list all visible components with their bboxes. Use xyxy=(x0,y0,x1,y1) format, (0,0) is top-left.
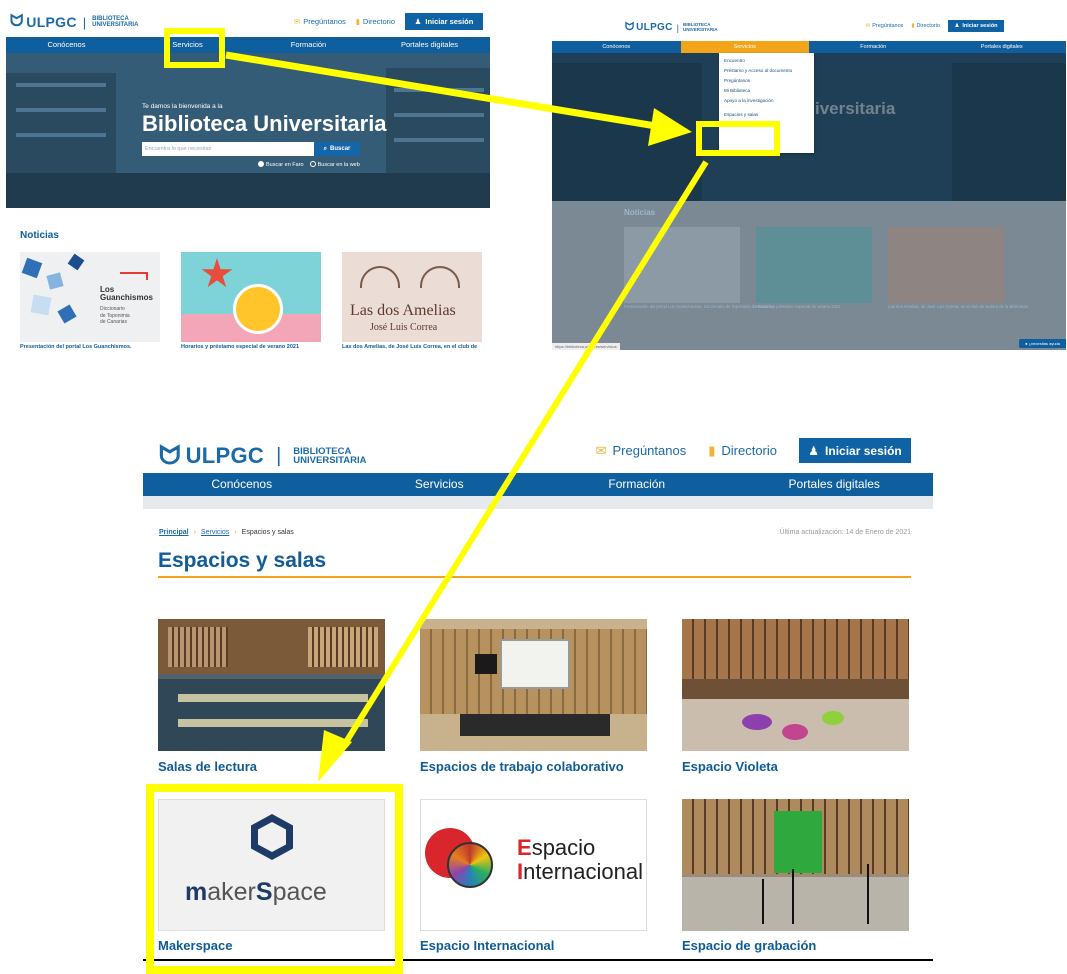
arrow-line xyxy=(225,51,669,132)
arrow-line xyxy=(335,160,709,757)
arrowhead xyxy=(648,108,692,146)
arrows-overlay xyxy=(225,51,709,782)
